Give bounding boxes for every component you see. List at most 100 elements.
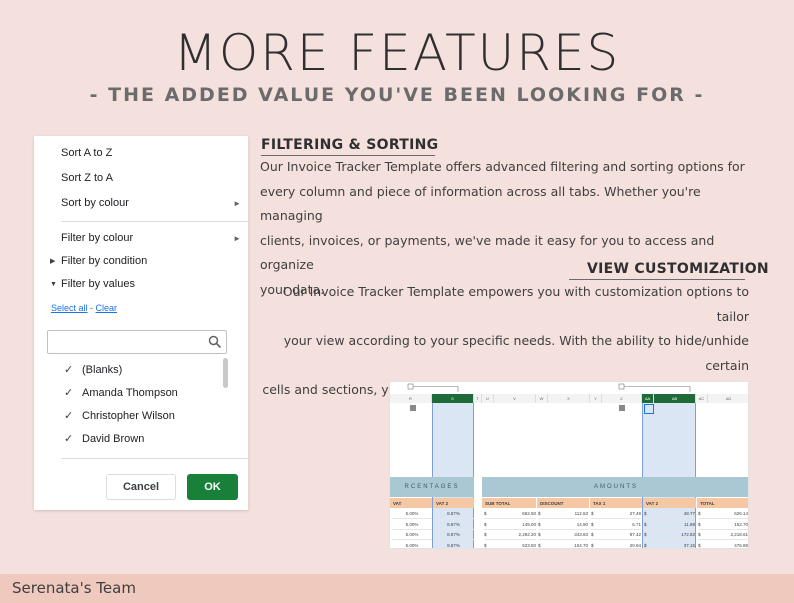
table-cell[interactable]: $: [484, 520, 492, 530]
table-cell[interactable]: 2,292.20: [492, 530, 536, 540]
table-cell[interactable]: $: [591, 541, 599, 549]
page-title: MORE FEATURES: [173, 24, 621, 82]
column-header[interactable]: Y: [590, 394, 602, 403]
value-option[interactable]: ✓ Christopher Wilson: [64, 409, 175, 423]
clear-link[interactable]: Clear: [96, 303, 118, 313]
table-cell[interactable]: $: [538, 509, 546, 519]
table-cell[interactable]: $: [644, 541, 652, 549]
column-header[interactable]: S: [432, 394, 474, 403]
select-all-link[interactable]: Select all: [51, 303, 88, 313]
table-cell[interactable]: 343.83: [546, 530, 588, 540]
column-header[interactable]: U: [482, 394, 494, 403]
footer-bar: Serenata's Team: [0, 574, 794, 603]
column-header[interactable]: Z: [602, 394, 642, 403]
table-cell[interactable]: 37.15: [652, 541, 695, 549]
menu-item-filter-values[interactable]: ▼ Filter by values: [50, 278, 241, 290]
table-cell[interactable]: $: [591, 520, 599, 530]
table-cell[interactable]: 20.94: [599, 541, 641, 549]
table-cell[interactable]: $: [484, 530, 492, 540]
menu-item-label: Sort Z to A: [61, 172, 113, 184]
table-cell[interactable]: 523.50: [492, 541, 536, 549]
table-cell[interactable]: $: [484, 541, 492, 549]
menu-divider: [61, 221, 248, 222]
table-cell[interactable]: $: [698, 509, 706, 519]
column-header[interactable]: AB: [654, 394, 696, 403]
table-cell[interactable]: 97.42: [599, 530, 641, 540]
table-cell[interactable]: 6.71: [599, 520, 641, 530]
table-cell[interactable]: $: [644, 530, 652, 540]
selected-cell[interactable]: [644, 404, 654, 414]
table-cell[interactable]: 48.77: [652, 509, 695, 519]
value-option-label: Amanda Thompson: [82, 386, 178, 399]
table-cell[interactable]: 8.87%: [433, 509, 474, 519]
cancel-button[interactable]: Cancel: [106, 474, 176, 500]
table-cell[interactable]: $: [644, 509, 652, 519]
column-header[interactable]: T: [474, 394, 482, 403]
table-cell[interactable]: 8.87%: [433, 530, 474, 540]
expand-down-icon: ▼: [50, 280, 57, 288]
values-search-input[interactable]: [47, 330, 227, 354]
value-option[interactable]: ✓ David Brown: [64, 432, 145, 446]
table-cell[interactable]: 5.00%: [392, 541, 432, 549]
table-cell[interactable]: 112.63: [546, 509, 588, 519]
filter-menu-panel: Sort A to Z Sort Z to A Sort by colour ►…: [34, 136, 248, 510]
column-header[interactable]: R: [390, 394, 432, 403]
table-cell[interactable]: $: [591, 530, 599, 540]
column-header[interactable]: AC: [696, 394, 708, 403]
menu-item-sort-za[interactable]: Sort Z to A: [61, 172, 241, 184]
menu-item-filter-condition[interactable]: ▶ Filter by condition: [50, 255, 241, 267]
value-option[interactable]: ✓ (Blanks): [64, 363, 122, 377]
table-cell[interactable]: 8.87%: [433, 520, 474, 530]
paragraph-line: every column and piece of information ac…: [260, 183, 701, 224]
customization-heading: VIEW CUSTOMIZATION: [569, 261, 769, 280]
table-cell[interactable]: 152.70: [706, 520, 748, 530]
table-cell[interactable]: 27.49: [599, 509, 641, 519]
table-cell[interactable]: 5.00%: [392, 509, 432, 519]
row-marker-icon: [619, 405, 625, 411]
table-cell[interactable]: 14.90: [546, 520, 588, 530]
table-cell[interactable]: 8.87%: [433, 541, 474, 549]
checkmark-icon: ✓: [64, 387, 74, 399]
table-cell[interactable]: 2,218.61: [706, 530, 748, 540]
column-header[interactable]: X: [548, 394, 590, 403]
table-cell[interactable]: 149.00: [492, 520, 536, 530]
table-cell[interactable]: $: [538, 530, 546, 540]
column-header[interactable]: V: [494, 394, 536, 403]
column-header[interactable]: W: [536, 394, 548, 403]
table-cell[interactable]: 476.89: [706, 541, 748, 549]
panel-divider: [61, 458, 248, 459]
spreadsheet-preview: R S T U V W X Y Z AA AB AC AD RCENTAGES …: [389, 381, 749, 549]
values-scrollbar[interactable]: [223, 358, 228, 388]
group-brackets: [407, 383, 691, 392]
menu-item-sort-colour[interactable]: Sort by colour ►: [61, 197, 241, 209]
expand-right-icon: ▶: [50, 258, 56, 265]
table-cell[interactable]: 626.14: [706, 509, 748, 519]
table-cell[interactable]: 5.00%: [392, 520, 432, 530]
page-subtitle: - THE ADDED VALUE YOU'VE BEEN LOOKING FO…: [89, 84, 705, 106]
table-cell[interactable]: 104.70: [546, 541, 588, 549]
column-header[interactable]: AD: [708, 394, 748, 403]
table-cell[interactable]: 172.82: [652, 530, 695, 540]
menu-item-sort-az[interactable]: Sort A to Z: [61, 147, 241, 159]
subheader-cell: DISCOUNT: [537, 498, 589, 508]
value-option[interactable]: ✓ Amanda Thompson: [64, 386, 178, 400]
value-option-label: David Brown: [82, 432, 145, 445]
menu-item-filter-colour[interactable]: Filter by colour ►: [61, 232, 241, 244]
table-cell[interactable]: 662.50: [492, 509, 536, 519]
table-cell[interactable]: $: [484, 509, 492, 519]
table-cell[interactable]: $: [591, 509, 599, 519]
table-cell[interactable]: $: [698, 520, 706, 530]
table-cell[interactable]: $: [698, 530, 706, 540]
footer-brand: Serenata's Team: [12, 579, 136, 597]
select-links: Select all - Clear: [51, 303, 117, 313]
ok-button[interactable]: OK: [187, 474, 238, 500]
subheader-cell: SUB TOTAL: [482, 498, 536, 508]
table-cell[interactable]: $: [538, 541, 546, 549]
table-cell[interactable]: $: [538, 520, 546, 530]
table-cell[interactable]: $: [644, 520, 652, 530]
table-cell[interactable]: 5.00%: [392, 530, 432, 540]
menu-item-label: Filter by colour: [61, 232, 134, 244]
table-cell[interactable]: $: [698, 541, 706, 549]
column-header[interactable]: AA: [642, 394, 654, 403]
table-cell[interactable]: 11.89: [652, 520, 695, 530]
